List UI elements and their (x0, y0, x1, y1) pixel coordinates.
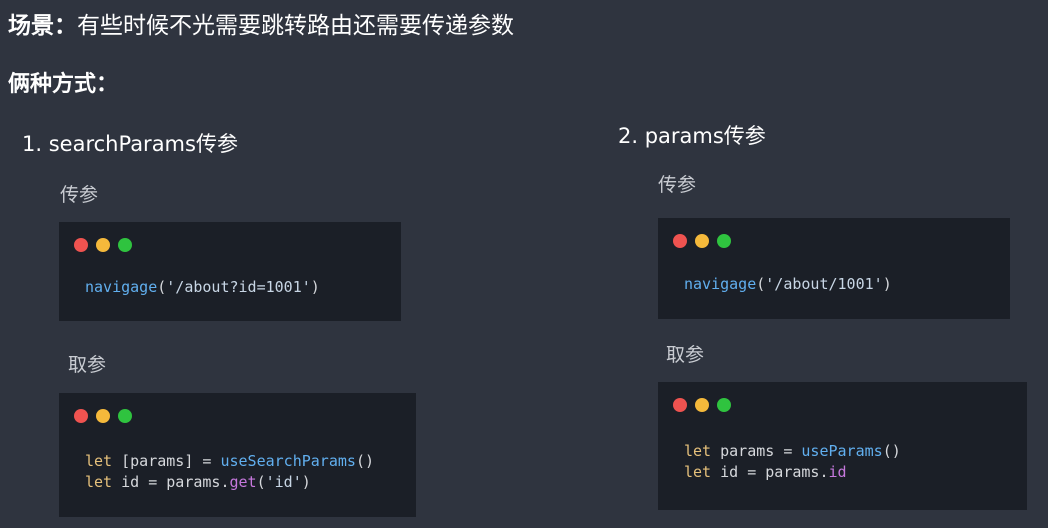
right-section-title: 2. params传参 (618, 124, 766, 148)
left-get-code: let [params] = useSearchParams() let id … (85, 451, 374, 493)
right-get-label: 取参 (666, 344, 705, 366)
code-text: () (882, 442, 901, 460)
scene-line: 场景：有些时候不光需要跳转路由还需要传递参数 (8, 6, 514, 40)
left-pass-code-window: navigage('/about?id=1001') (59, 222, 401, 321)
red-dot-icon (74, 238, 88, 252)
scene-text: 有些时候不光需要跳转路由还需要传递参数 (77, 13, 514, 39)
red-dot-icon (673, 398, 687, 412)
code-string: 'id' (265, 473, 302, 491)
code-fn: navigage (85, 278, 158, 296)
left-section-title: 1. searchParams传参 (22, 132, 238, 156)
ways-title: 俩种方式： (8, 72, 119, 97)
code-keyword: let (85, 473, 113, 491)
scene-label: 场景： (8, 13, 77, 39)
left-pass-label: 传参 (60, 184, 99, 206)
code-keyword: let (85, 452, 113, 470)
code-prop: get (229, 473, 257, 491)
code-string: '/about/1001' (765, 275, 883, 293)
right-pass-label: 传参 (658, 174, 697, 196)
green-dot-icon (118, 409, 132, 423)
yellow-dot-icon (695, 398, 709, 412)
code-paren: ) (310, 278, 320, 296)
yellow-dot-icon (96, 238, 110, 252)
code-paren: ( (157, 278, 167, 296)
code-paren: ) (882, 275, 892, 293)
green-dot-icon (118, 238, 132, 252)
window-controls (673, 234, 731, 248)
red-dot-icon (673, 234, 687, 248)
code-text: ( (256, 473, 266, 491)
code-text: [params] = (112, 452, 221, 470)
code-text: id = params. (711, 463, 829, 481)
right-pass-code-window: navigage('/about/1001') (658, 218, 1010, 319)
right-get-code-window: let params = useParams() let id = params… (658, 382, 1027, 510)
code-keyword: let (684, 463, 712, 481)
code-text: ) (301, 473, 311, 491)
code-string: '/about?id=1001' (166, 278, 311, 296)
code-text: id = params. (112, 473, 230, 491)
window-controls (74, 409, 132, 423)
code-keyword: let (684, 442, 712, 460)
code-fn: useParams (801, 442, 883, 460)
code-fn: useSearchParams (220, 452, 356, 470)
code-prop: id (828, 463, 847, 481)
yellow-dot-icon (96, 409, 110, 423)
green-dot-icon (717, 234, 731, 248)
right-get-code: let params = useParams() let id = params… (684, 441, 901, 483)
left-get-code-window: let [params] = useSearchParams() let id … (59, 393, 416, 517)
window-controls (673, 398, 731, 412)
red-dot-icon (74, 409, 88, 423)
code-paren: ( (756, 275, 766, 293)
left-get-label: 取参 (68, 354, 107, 376)
window-controls (74, 238, 132, 252)
code-text: params = (711, 442, 802, 460)
left-pass-code: navigage('/about?id=1001') (85, 277, 320, 298)
yellow-dot-icon (695, 234, 709, 248)
green-dot-icon (717, 398, 731, 412)
right-pass-code: navigage('/about/1001') (684, 274, 892, 295)
code-text: () (355, 452, 374, 470)
code-fn: navigage (684, 275, 757, 293)
